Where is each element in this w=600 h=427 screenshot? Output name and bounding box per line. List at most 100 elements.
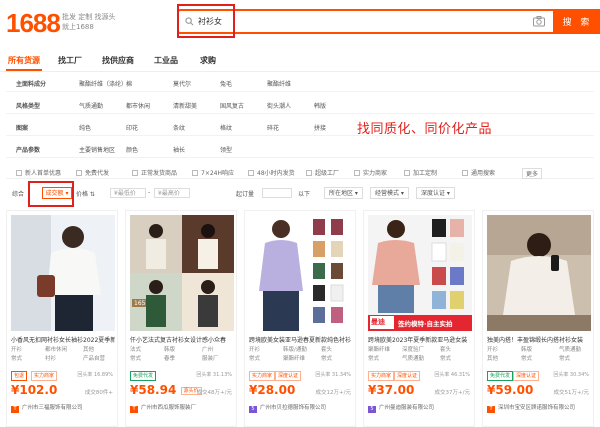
sort-general[interactable]: 综合: [12, 189, 24, 198]
checkbox-new-user[interactable]: 新人首单优惠: [16, 168, 61, 177]
checkbox-48h-ship[interactable]: 48小时内发货: [248, 168, 295, 177]
filter-option[interactable]: 都市休闲: [126, 101, 150, 110]
filter-option[interactable]: 聚酯纤维（涤纶）: [79, 79, 127, 88]
tab-purchase[interactable]: 求购: [200, 55, 216, 66]
product-title[interactable]: 小香风无扣网衬衫女长袖衫2022夏季新款: [11, 335, 115, 344]
attr: 常式: [559, 356, 571, 362]
product-price: ¥28.00: [249, 383, 296, 397]
filter-option[interactable]: 条纹: [173, 123, 185, 132]
attr: 气质通勤: [559, 347, 582, 353]
filter-option[interactable]: 街头潮人: [267, 101, 291, 110]
business-model-dropdown[interactable]: 经营模式 ▾: [370, 187, 409, 199]
tab-supplier[interactable]: 找供应商: [102, 55, 134, 66]
more-button[interactable]: 更多: [522, 168, 543, 179]
checkbox-super-factory[interactable]: 超级工厂: [306, 168, 339, 177]
attr: 开衫: [487, 347, 499, 353]
category-tabs: 所有货源 找工厂 找供应商 工业品 求购: [0, 50, 600, 72]
filter-option[interactable]: 拼接: [314, 123, 326, 132]
attr: 开衫: [11, 347, 23, 353]
service-checkboxes: 新人首单优惠 免费代发 正常发货商品 7×24H响应 48小时内发货 超级工厂 …: [6, 163, 594, 179]
moq-label: 起订量: [236, 191, 255, 198]
filter-row-material: 主面料成分 聚酯纤维（涤纶） 棉 莫代尔 兔毛 聚酯纤维: [6, 74, 594, 92]
filter-option[interactable]: 印花: [126, 123, 138, 132]
checkbox-normal-ship[interactable]: 正常发货商品: [132, 168, 177, 177]
product-price: ¥37.00: [368, 383, 415, 397]
product-title[interactable]: 跨境欧美女装亚马逊春夏新款纯色衬衫: [249, 335, 353, 344]
location-dropdown[interactable]: 所在地区 ▾: [324, 187, 363, 199]
filter-option[interactable]: 棉: [126, 79, 132, 88]
shop-name[interactable]: T 广州市三福服饰有限公司: [11, 403, 115, 413]
product-image[interactable]: [11, 215, 115, 331]
min-price-input[interactable]: ¥最低价: [110, 188, 146, 198]
filter-option[interactable]: 兔毛: [220, 79, 232, 88]
filter-label: 产品参数: [16, 147, 41, 154]
filter-option[interactable]: 气质通勤: [79, 101, 103, 110]
tag: 免费代发: [130, 371, 157, 381]
sort-by-price[interactable]: 价格 ⇅: [76, 189, 95, 198]
filter-option[interactable]: 清新甜美: [173, 101, 197, 110]
checkbox-strong-merchant[interactable]: 实力商家: [354, 168, 387, 177]
repurchase-rate: 回头率 46.31%: [434, 372, 470, 378]
checkbox-free-dropship[interactable]: 免费代发: [76, 168, 109, 177]
attr: 广州: [202, 347, 214, 353]
tag: 深度认证: [394, 371, 421, 381]
moq-input[interactable]: [262, 188, 292, 198]
search-highlight-box: [177, 4, 235, 38]
product-attributes: 聚酯纤维 深度验厂 套头 常式 气质通勤 常式: [368, 346, 472, 366]
product-card[interactable]: 独美内搭！丰盈锦缎长内搭衬衫女装 开衫 韩版 气质通勤 其他 常式 常式 免费代…: [482, 210, 594, 427]
product-image[interactable]: [487, 215, 591, 331]
product-attributes: 开衫 韩版 气质通勤 其他 常式 常式: [487, 346, 591, 366]
tab-all-sources[interactable]: 所有货源: [8, 55, 40, 66]
filter-option[interactable]: 聚酯纤维: [267, 79, 291, 88]
attr: 产品自营: [83, 356, 106, 362]
product-attributes: 开衫 韩版/通勤 套头 常式 聚酯纤维 常式: [249, 346, 353, 366]
product-title[interactable]: 独美内搭！丰盈锦缎长内搭衬衫女装: [487, 335, 591, 344]
attr: 韩版: [164, 347, 176, 353]
checkbox-24h-response[interactable]: 7×24H响应: [192, 168, 234, 177]
filter-dropdown[interactable]: 主要销售地区: [79, 145, 115, 154]
product-image[interactable]: [249, 215, 353, 331]
repurchase-rate: 回头率 30.34%: [553, 372, 589, 378]
filter-label: 主面料成分: [16, 81, 47, 88]
tab-industrial[interactable]: 工业品: [154, 55, 178, 66]
search-button[interactable]: 搜 索: [555, 9, 600, 34]
filter-option[interactable]: 莫代尔: [173, 79, 191, 88]
certification-dropdown[interactable]: 深度认证 ▾: [416, 187, 455, 199]
filter-option[interactable]: 国风复古: [220, 101, 244, 110]
site-logo[interactable]: 1688: [6, 8, 61, 39]
repurchase-rate: 回头率 31.34%: [315, 372, 351, 378]
shop-name[interactable]: 5 广州曼迪服装有限公司: [368, 403, 472, 413]
filter-dropdown[interactable]: 颜色: [126, 145, 138, 154]
product-title[interactable]: 仟小艺法式复古衬衫女设计感小众春: [130, 335, 234, 344]
product-image[interactable]: 曼迪 签约模特·自主实拍: [368, 215, 472, 331]
tag: 实力商家: [368, 371, 395, 381]
filter-dropdown[interactable]: 袖长: [173, 145, 185, 154]
attr: 聚酯纤维: [283, 356, 306, 362]
product-card[interactable]: 小香风无扣网衬衫女长袖衫2022夏季新款 开衫 都市休闲 其他 常式 衬衫 产品…: [6, 210, 118, 427]
attr: 韩版: [521, 347, 533, 353]
max-price-input[interactable]: ¥最高价: [154, 188, 190, 198]
attr: 常式: [130, 356, 142, 362]
product-image[interactable]: 165: [130, 215, 234, 331]
product-card[interactable]: 曼迪 签约模特·自主实拍 跨境欧美2023年夏季新款亚马逊女装 聚酯纤维 深度验…: [363, 210, 475, 427]
shop-name[interactable]: T 广州市西瓜服饰服装厂: [130, 403, 234, 413]
filter-option[interactable]: 韩版: [314, 101, 326, 110]
product-title[interactable]: 跨境欧美2023年夏季新款亚马逊女装: [368, 335, 472, 344]
attr: 常式: [368, 356, 380, 362]
shop-name[interactable]: T 深圳市宝安区顾诺服饰有限公司: [487, 403, 591, 413]
tag: 深度认证: [513, 371, 540, 381]
product-card[interactable]: 165 仟小艺法式复古衬衫女设计感小众春 法式 韩版 广州 常式 春季 服装厂 …: [125, 210, 237, 427]
checkbox-general-search[interactable]: 通用搜索: [462, 168, 495, 177]
shop-name[interactable]: 5 广州市贝拉德服饰有限公司: [249, 403, 353, 413]
filter-dropdown[interactable]: 领型: [220, 145, 232, 154]
tab-factory[interactable]: 找工厂: [58, 55, 82, 66]
filter-option[interactable]: 纯色: [79, 123, 91, 132]
camera-search-icon[interactable]: [533, 16, 545, 27]
filter-option[interactable]: 碎花: [267, 123, 279, 132]
filter-row-pattern: 图案 纯色 印花 条纹 格纹 碎花 拼接: [6, 118, 594, 136]
product-card[interactable]: 跨境欧美女装亚马逊春夏新款纯色衬衫 开衫 韩版/通勤 套头 常式 聚酯纤维 常式…: [244, 210, 356, 427]
attr: 套头: [440, 347, 452, 353]
product-price: ¥58.94 源头价: [130, 383, 202, 397]
filter-option[interactable]: 格纹: [220, 123, 232, 132]
checkbox-custom[interactable]: 加工定制: [404, 168, 437, 177]
